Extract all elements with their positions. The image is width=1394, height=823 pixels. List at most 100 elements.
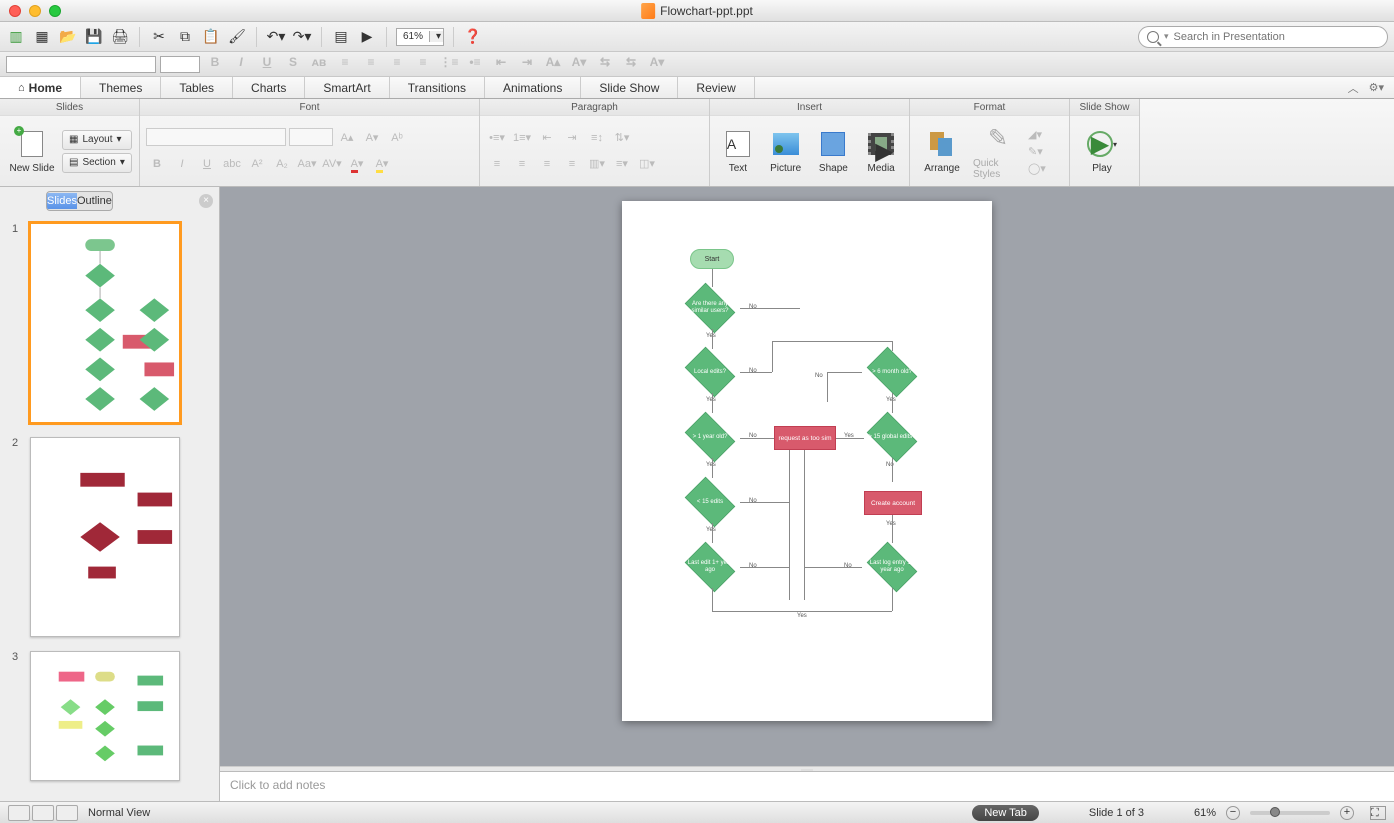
highlight-icon[interactable]: A▾ <box>371 154 393 174</box>
layout-button[interactable]: ▦ Layout ▾ <box>62 130 132 150</box>
section-button[interactable]: ▤ Section ▾ <box>62 153 132 173</box>
thumbnail-list[interactable]: 1 2 3 <box>0 215 219 801</box>
window-minimize-button[interactable] <box>29 5 41 17</box>
normal-view-button[interactable] <box>8 805 30 821</box>
tab-charts[interactable]: Charts <box>233 77 305 98</box>
panel-tab-outline[interactable]: Outline <box>77 193 112 209</box>
notes-pane[interactable]: Click to add notes <box>220 771 1394 801</box>
font-size-box[interactable] <box>289 128 333 146</box>
show-hide-icon[interactable]: ▤ <box>331 27 351 47</box>
font-shrink-icon[interactable]: A▾ <box>361 128 383 148</box>
window-close-button[interactable] <box>9 5 21 17</box>
tab-smartart[interactable]: SmartArt <box>305 77 389 98</box>
fc-similar-users[interactable]: Are there any similar users? <box>680 287 740 329</box>
strike-button[interactable]: S <box>282 55 304 73</box>
underline-button[interactable]: U <box>256 55 278 73</box>
picture-button[interactable]: Picture <box>764 119 808 183</box>
font-grow-icon[interactable]: A▴ <box>336 128 358 148</box>
new-doc-icon[interactable]: ▥ <box>6 27 26 47</box>
superscript-icon[interactable]: A² <box>246 154 268 174</box>
line-spacing-icon[interactable]: ≡↕ <box>586 128 608 148</box>
tab-slideshow[interactable]: Slide Show <box>581 77 678 98</box>
align-right-button[interactable]: ≡ <box>386 55 408 73</box>
bullets-icon[interactable]: •≡▾ <box>486 128 508 148</box>
fc-local-edits[interactable]: Local edits? <box>680 351 740 393</box>
indent-inc-button[interactable]: ⇥ <box>516 55 538 73</box>
fc-15edits[interactable]: < 15 edits <box>680 481 740 523</box>
convert-smartart-icon[interactable]: ◫▾ <box>636 154 658 174</box>
tab-transitions[interactable]: Transitions <box>390 77 485 98</box>
tab-tables[interactable]: Tables <box>161 77 233 98</box>
align-center-button[interactable]: ≡ <box>360 55 382 73</box>
numbered-list-button[interactable]: ⋮≡ <box>438 55 460 73</box>
text-dir-button[interactable]: ⇆ <box>594 55 616 73</box>
effects-icon[interactable]: ◯▾ <box>1028 162 1046 175</box>
open-icon[interactable]: 📂 <box>58 27 78 47</box>
window-zoom-button[interactable] <box>49 5 61 17</box>
fit-window-button[interactable]: ⛶ <box>1370 806 1386 820</box>
print-icon[interactable]: 🖨 <box>110 27 130 47</box>
font-size-select[interactable] <box>160 56 200 73</box>
fc-lastedit[interactable]: Last edit 1+ year ago <box>680 546 740 588</box>
strikethrough-icon[interactable]: abc <box>221 154 243 174</box>
align-left-icon[interactable]: ≡ <box>486 154 508 174</box>
text-direction-icon[interactable]: ⇅▾ <box>611 128 633 148</box>
save-icon[interactable]: 💾 <box>84 27 104 47</box>
align-left-button[interactable]: ≡ <box>334 55 356 73</box>
fill-icon[interactable]: ◢▾ <box>1028 128 1046 141</box>
zoom-out-button[interactable]: − <box>1226 806 1240 820</box>
copy-icon[interactable]: ⧉ <box>175 27 195 47</box>
thumbnail-2[interactable] <box>30 437 180 637</box>
open-template-icon[interactable]: ▦ <box>32 27 52 47</box>
paste-icon[interactable]: 📋 <box>201 27 221 47</box>
panel-tab-slides[interactable]: Slides <box>47 193 77 209</box>
collapse-ribbon-icon[interactable]: ︿ <box>1348 80 1359 96</box>
shape-button[interactable]: Shape <box>812 119 856 183</box>
tab-home[interactable]: ⌂Home <box>0 77 81 98</box>
bold-button[interactable]: B <box>204 55 226 73</box>
fc-1year[interactable]: > 1 year old? <box>680 416 740 458</box>
font-family-box[interactable] <box>146 128 286 146</box>
fc-lastlog[interactable]: Last log entry 1+ year ago <box>862 546 922 588</box>
thumbnail-1[interactable] <box>30 223 180 423</box>
sorter-view-button[interactable] <box>32 805 54 821</box>
text-button[interactable]: AText <box>716 119 760 183</box>
align-text-icon[interactable]: ≡▾ <box>611 154 633 174</box>
tab-animations[interactable]: Animations <box>485 77 581 98</box>
justify-button[interactable]: ≡ <box>412 55 434 73</box>
new-tab-button[interactable]: New Tab <box>972 805 1039 821</box>
text-dir2-button[interactable]: ⇆ <box>620 55 642 73</box>
fc-start[interactable]: Start <box>690 249 734 269</box>
panel-close-icon[interactable]: × <box>199 194 213 208</box>
new-slide-button[interactable]: + New Slide <box>6 119 58 183</box>
play-button[interactable]: ▶▾Play <box>1076 119 1128 183</box>
gear-icon[interactable]: ⚙▾ <box>1369 81 1384 94</box>
increase-indent-icon[interactable]: ⇥ <box>561 128 583 148</box>
undo-icon[interactable]: ↶▾ <box>266 27 286 47</box>
thumbnail-3[interactable] <box>30 651 180 781</box>
font-color-button[interactable]: A▾ <box>646 55 668 73</box>
fc-create-account[interactable]: Create account <box>864 491 922 515</box>
bold-icon[interactable]: B <box>146 154 168 174</box>
font-grow-button[interactable]: A▴ <box>542 55 564 73</box>
align-right-icon[interactable]: ≡ <box>536 154 558 174</box>
format-painter-icon[interactable]: 🖌 <box>227 27 247 47</box>
underline-icon[interactable]: U <box>196 154 218 174</box>
help-icon[interactable]: ❓ <box>463 27 483 47</box>
arrange-button[interactable]: Arrange <box>916 119 968 183</box>
quickstyles-button[interactable]: ✎Quick Styles <box>972 119 1024 183</box>
search-box[interactable]: ▾ <box>1138 26 1388 48</box>
fc-request-too-similar[interactable]: request as too sim <box>774 426 836 450</box>
numbering-icon[interactable]: 1≡▾ <box>511 128 533 148</box>
media-button[interactable]: ▶Media <box>859 119 903 183</box>
zoom-in-button[interactable]: + <box>1340 806 1354 820</box>
font-color-icon[interactable]: A▾ <box>346 154 368 174</box>
bullet-list-button[interactable]: •≡ <box>464 55 486 73</box>
slide[interactable]: Start Are there any similar users? No Ye… <box>622 201 992 721</box>
tab-review[interactable]: Review <box>678 77 754 98</box>
search-input[interactable] <box>1174 31 1379 43</box>
zoom-select[interactable]: 61% ▾ <box>396 28 444 46</box>
justify-icon[interactable]: ≡ <box>561 154 583 174</box>
zoom-slider[interactable] <box>1250 811 1330 815</box>
slideshow-icon[interactable]: ▶ <box>357 27 377 47</box>
